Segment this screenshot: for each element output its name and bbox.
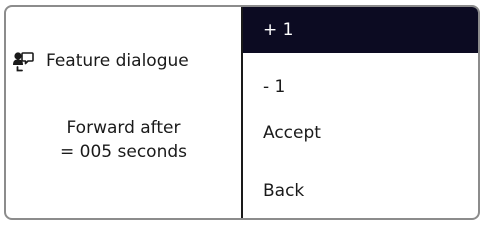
menu-item-label: + 1 xyxy=(263,20,294,40)
dialog-title: Feature dialogue xyxy=(46,51,189,71)
feature-dialogue-icon xyxy=(12,50,34,72)
menu-item-back[interactable]: Back xyxy=(243,169,478,213)
message-line-1: Forward after xyxy=(66,118,181,138)
feature-dialogue: Feature dialogue Forward after = 005 sec… xyxy=(4,5,480,220)
menu-item-label: Accept xyxy=(263,123,321,143)
countdown-message: Forward after = 005 seconds xyxy=(6,116,241,164)
menu-item-label: Back xyxy=(263,181,305,201)
menu-item-increment[interactable]: + 1 xyxy=(243,7,478,53)
message-line-2: = 005 seconds xyxy=(60,142,187,162)
info-panel: Feature dialogue Forward after = 005 sec… xyxy=(6,7,241,218)
menu-item-accept[interactable]: Accept xyxy=(243,111,478,155)
menu-item-label: - 1 xyxy=(263,77,286,97)
menu-item-decrement[interactable]: - 1 xyxy=(243,65,478,109)
option-menu: + 1 - 1 Accept Back xyxy=(243,7,478,218)
dialog-title-row: Feature dialogue xyxy=(12,48,189,74)
